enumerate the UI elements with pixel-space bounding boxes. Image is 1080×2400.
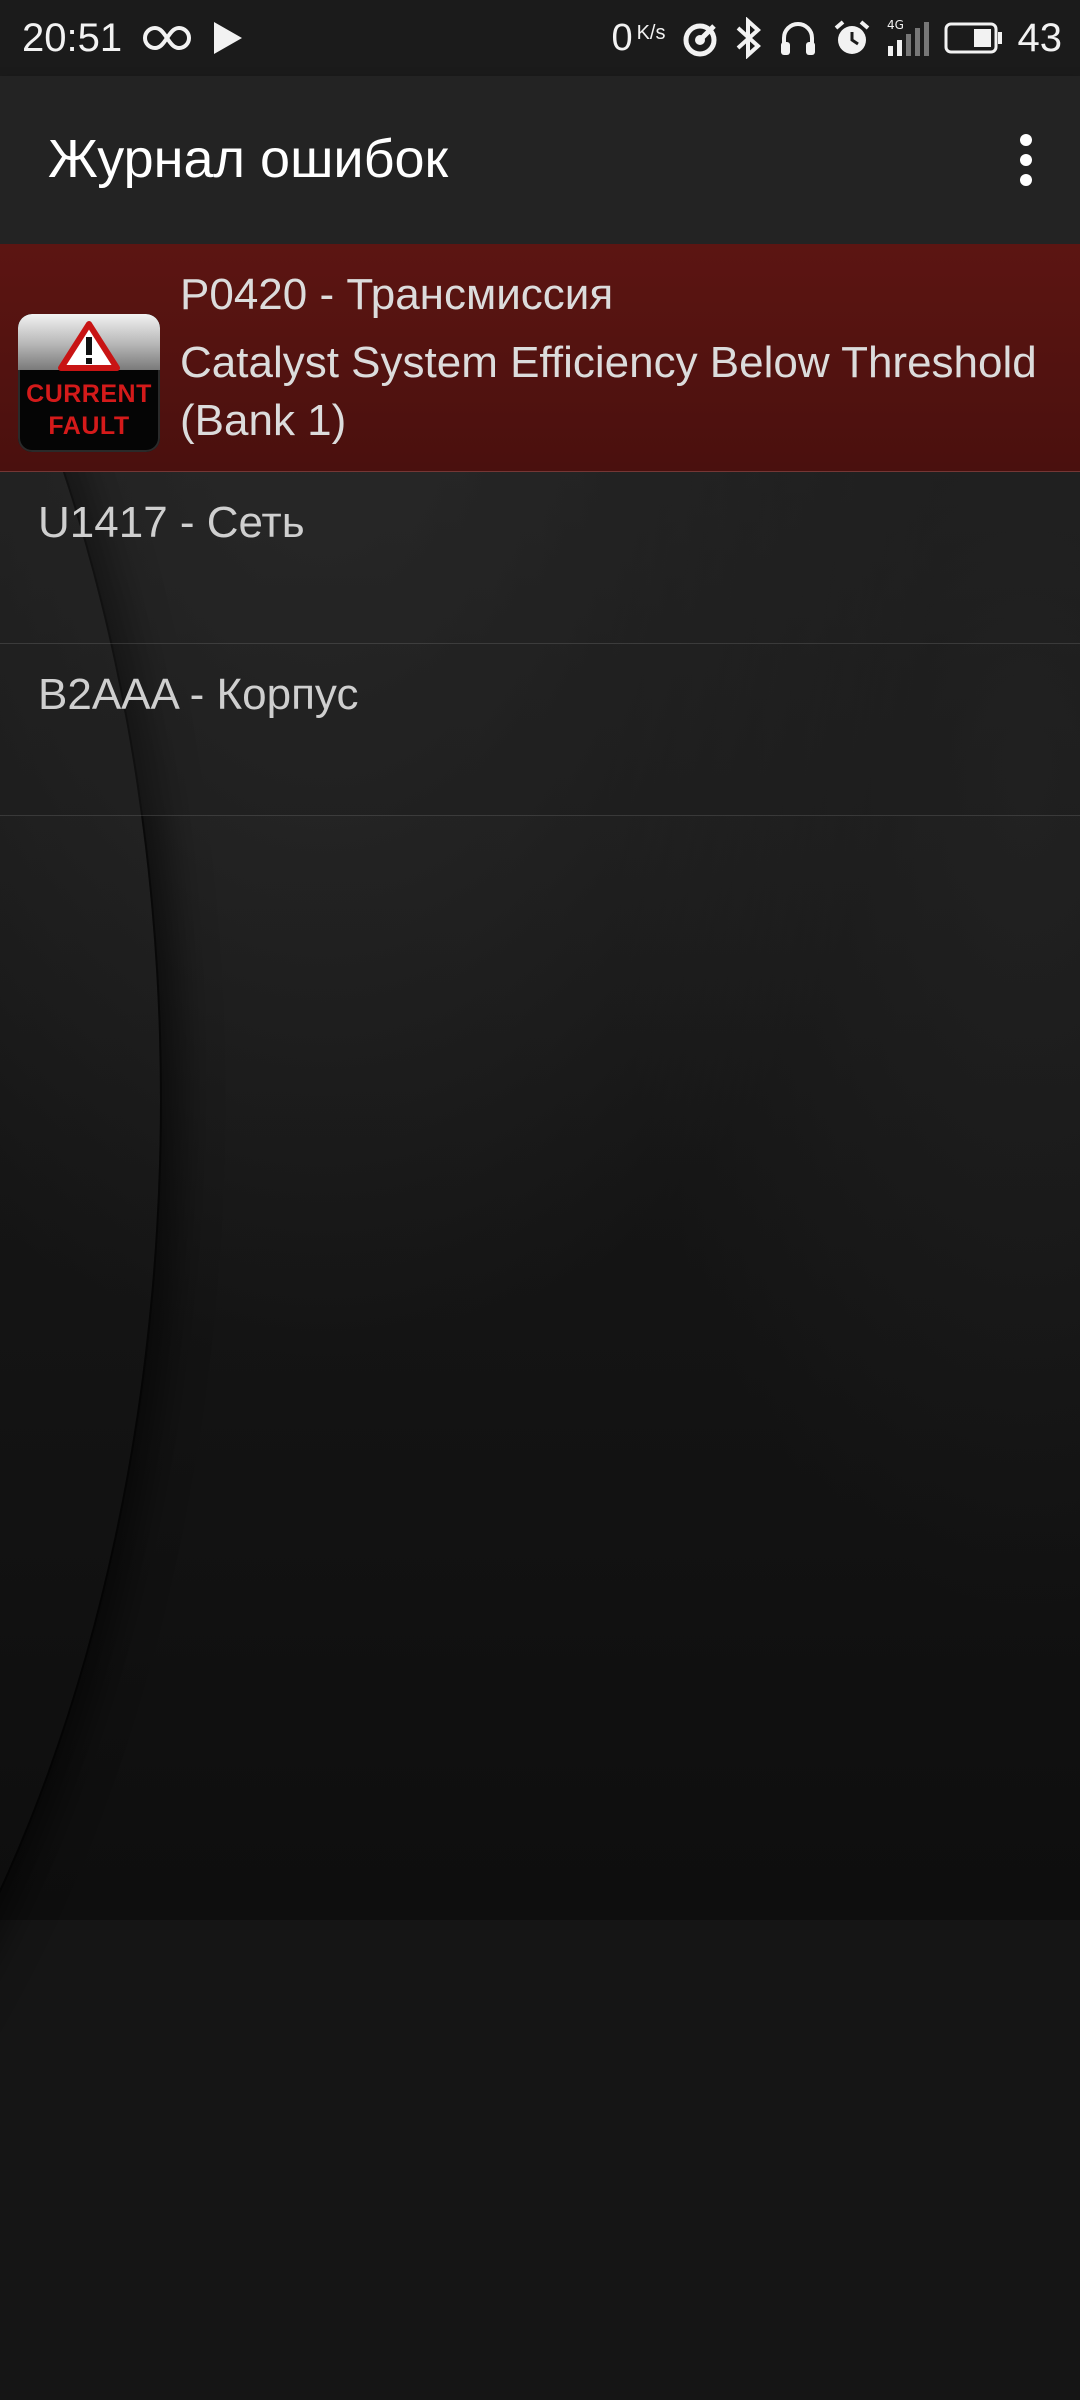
battery-icon	[944, 16, 1004, 60]
signal-icon: 4G	[886, 16, 930, 60]
warning-icon	[58, 321, 120, 371]
speed-unit: K/s	[636, 21, 666, 44]
headphones-icon	[778, 16, 818, 60]
fault-row-current[interactable]: CURRENT FAULT P0420 - Трансмиссия Cataly…	[0, 244, 1080, 472]
fault-row[interactable]: B2AAA - Корпус	[0, 644, 1080, 816]
network-type: 4G	[887, 18, 904, 32]
fault-code: U1417 - Сеть	[38, 498, 305, 547]
speed-value: 0	[611, 16, 633, 59]
fault-code: B2AAA - Корпус	[38, 670, 359, 719]
data-saver-icon	[680, 16, 720, 60]
current-fault-badge: CURRENT FAULT	[18, 314, 160, 452]
bluetooth-icon	[734, 16, 764, 60]
status-bar: 20:51 0 K/s 4G 43	[0, 0, 1080, 76]
status-time: 20:51	[22, 15, 123, 60]
fault-list: CURRENT FAULT P0420 - Трансмиссия Cataly…	[0, 244, 1080, 816]
fault-code: P0420 - Трансмиссия	[180, 270, 614, 319]
badge-line-1: CURRENT	[26, 380, 152, 408]
alarm-icon	[832, 16, 872, 60]
network-speed: 0 K/s	[611, 17, 665, 60]
badge-line-2: FAULT	[48, 412, 130, 440]
fault-description: Catalyst System Efficiency Below Thresho…	[180, 338, 1037, 445]
page-title: Журнал ошибок	[48, 129, 449, 189]
app-bar: Журнал ошибок	[0, 76, 1080, 244]
fault-row[interactable]: U1417 - Сеть	[0, 472, 1080, 644]
infinity-icon	[142, 16, 192, 60]
play-icon	[212, 16, 244, 60]
battery-level: 43	[1017, 15, 1063, 60]
more-vert-icon[interactable]	[1004, 128, 1048, 192]
